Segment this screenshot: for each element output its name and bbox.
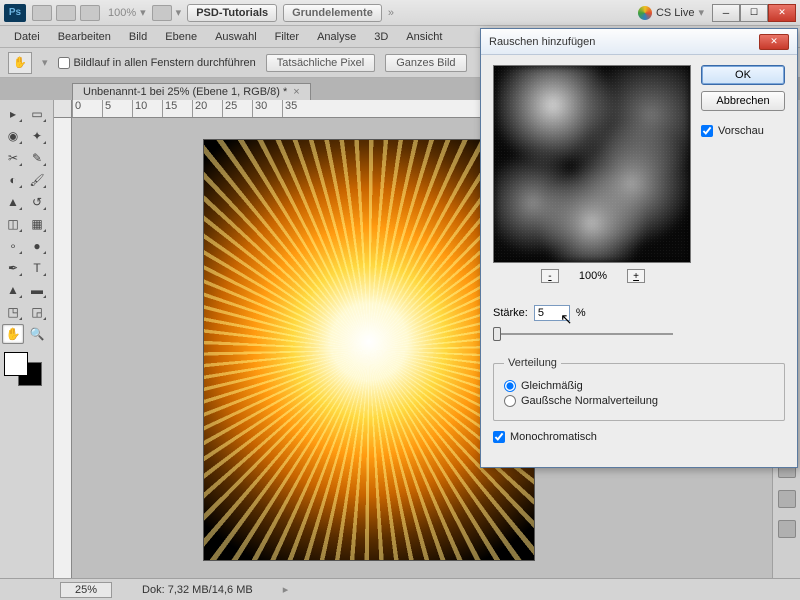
dialog-close-button[interactable]: ✕: [759, 34, 789, 50]
preview-checkbox[interactable]: Vorschau: [701, 125, 785, 137]
magic-wand-tool[interactable]: ✦: [26, 126, 48, 146]
window-minimize[interactable]: ─: [712, 4, 740, 22]
strength-slider[interactable]: [493, 327, 673, 341]
panel-icon-2[interactable]: [778, 490, 796, 508]
type-tool[interactable]: T: [26, 258, 48, 278]
dialog-titlebar[interactable]: Rauschen hinzufügen ✕: [481, 29, 797, 55]
foreground-swatch[interactable]: [4, 352, 28, 376]
history-brush-tool[interactable]: ↺: [26, 192, 48, 212]
marquee-tool[interactable]: ▭: [26, 104, 48, 124]
scroll-all-windows-checkbox[interactable]: Bildlauf in allen Fenstern durchführen: [58, 57, 256, 69]
distribution-legend: Verteilung: [504, 357, 561, 369]
dialog-title: Rauschen hinzufügen: [489, 36, 595, 48]
menu-ebene[interactable]: Ebene: [157, 29, 205, 45]
menu-3d[interactable]: 3D: [366, 29, 396, 45]
eyedropper-tool[interactable]: ✎: [26, 148, 48, 168]
blur-tool[interactable]: ∘: [2, 236, 24, 256]
distribution-uniform-radio[interactable]: Gleichmäßig: [504, 380, 774, 392]
eraser-tool[interactable]: ◫: [2, 214, 24, 234]
zoom-indicator[interactable]: 100%: [108, 7, 136, 19]
healing-tool[interactable]: ◐: [2, 170, 24, 190]
dodge-tool[interactable]: ●: [26, 236, 48, 256]
menu-analyse[interactable]: Analyse: [309, 29, 364, 45]
photoshop-logo: Ps: [4, 4, 26, 22]
strength-unit: %: [576, 307, 586, 319]
distribution-fieldset: Verteilung Gleichmäßig Gaußsche Normalve…: [493, 357, 785, 421]
strength-input[interactable]: [534, 305, 570, 321]
zoom-tool[interactable]: 🔍: [26, 324, 48, 344]
noise-preview[interactable]: [493, 65, 691, 263]
screenmode-icon[interactable]: [80, 5, 100, 21]
window-close[interactable]: ✕: [768, 4, 796, 22]
zoom-out-button[interactable]: -: [541, 269, 559, 283]
menu-auswahl[interactable]: Auswahl: [207, 29, 265, 45]
3d-tool[interactable]: ◳: [2, 302, 24, 322]
app-titlebar: Ps 100% ▾ ▾ PSD-Tutorials Grundelemente …: [0, 0, 800, 26]
fit-screen-button[interactable]: Ganzes Bild: [385, 54, 466, 72]
3d-camera-tool[interactable]: ◲: [26, 302, 48, 322]
stamp-tool[interactable]: ▲: [2, 192, 24, 212]
brush-tool[interactable]: 🖌: [26, 170, 48, 190]
status-doc-info: Dok: 7,32 MB/14,6 MB: [142, 584, 253, 596]
status-zoom[interactable]: 25%: [60, 582, 112, 598]
distribution-gaussian-radio[interactable]: Gaußsche Normalverteilung: [504, 395, 774, 407]
arrange-icon[interactable]: [152, 5, 172, 21]
menu-bearbeiten[interactable]: Bearbeiten: [50, 29, 119, 45]
menu-filter[interactable]: Filter: [267, 29, 307, 45]
current-tool-hand-icon[interactable]: ✋: [8, 52, 32, 74]
path-select-tool[interactable]: ▲: [2, 280, 24, 300]
cs-live-icon: [638, 6, 652, 20]
workspace-more[interactable]: »: [388, 7, 394, 19]
vertical-ruler: [54, 118, 72, 578]
zoom-in-button[interactable]: +: [627, 269, 645, 283]
hand-tool[interactable]: ✋: [2, 324, 24, 344]
status-bar: 25% Dok: 7,32 MB/14,6 MB ▸: [0, 578, 800, 600]
crop-tool[interactable]: ✂: [2, 148, 24, 168]
minibridge-icon[interactable]: [56, 5, 76, 21]
cancel-button[interactable]: Abbrechen: [701, 91, 785, 111]
lasso-tool[interactable]: ◉: [2, 126, 24, 146]
panel-icon-3[interactable]: [778, 520, 796, 538]
workspace-grundelemente[interactable]: Grundelemente: [283, 4, 382, 22]
document-tab[interactable]: Unbenannt-1 bei 25% (Ebene 1, RGB/8) * ×: [72, 83, 311, 100]
cs-live[interactable]: CS Live ▾: [638, 6, 704, 20]
strength-label: Stärke:: [493, 307, 528, 319]
pen-tool[interactable]: ✒: [2, 258, 24, 278]
monochrome-checkbox[interactable]: Monochromatisch: [493, 431, 785, 443]
menu-ansicht[interactable]: Ansicht: [398, 29, 450, 45]
color-swatches[interactable]: [4, 352, 49, 390]
window-maximize[interactable]: ☐: [740, 4, 768, 22]
menu-bild[interactable]: Bild: [121, 29, 155, 45]
gradient-tool[interactable]: ▦: [26, 214, 48, 234]
preview-zoom-value: 100%: [579, 270, 607, 282]
ruler-corner: [54, 100, 72, 118]
ok-button[interactable]: OK: [701, 65, 785, 85]
close-tab-icon[interactable]: ×: [293, 86, 299, 98]
shape-tool[interactable]: ▬: [26, 280, 48, 300]
move-tool[interactable]: ▸: [2, 104, 24, 124]
menu-datei[interactable]: Datei: [6, 29, 48, 45]
workspace-psd-tutorials[interactable]: PSD-Tutorials: [187, 4, 277, 22]
bridge-icon[interactable]: [32, 5, 52, 21]
toolbox: ▸ ▭ ◉ ✦ ✂ ✎ ◐ 🖌 ▲ ↺ ◫ ▦ ∘ ● ✒ T ▲ ▬ ◳ ◲ …: [0, 100, 54, 578]
actual-pixels-button[interactable]: Tatsächliche Pixel: [266, 54, 375, 72]
add-noise-dialog: Rauschen hinzufügen ✕ OK Abbrechen Vorsc…: [480, 28, 798, 468]
